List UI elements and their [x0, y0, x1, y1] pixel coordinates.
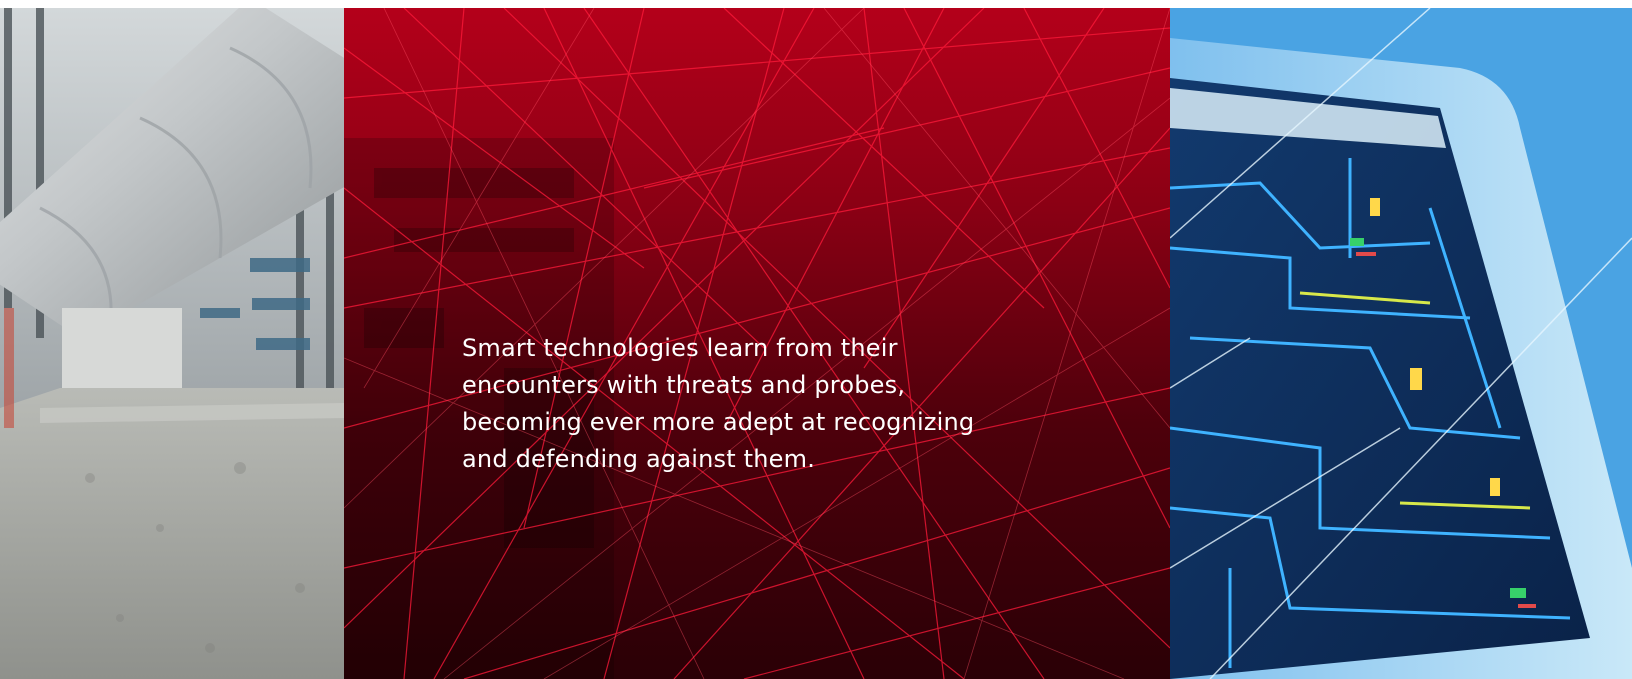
monitor-circuit-image [1170, 8, 1632, 679]
red-network-panel: Smart technologies learn from their enco… [344, 8, 1170, 679]
industrial-pipe-photo [0, 8, 344, 679]
industrial-pipe-image [0, 8, 344, 679]
statement-text: Smart technologies learn from their enco… [462, 334, 975, 473]
monitor-circuit-photo [1170, 8, 1632, 679]
hero-banner: Smart technologies learn from their enco… [0, 8, 1632, 679]
